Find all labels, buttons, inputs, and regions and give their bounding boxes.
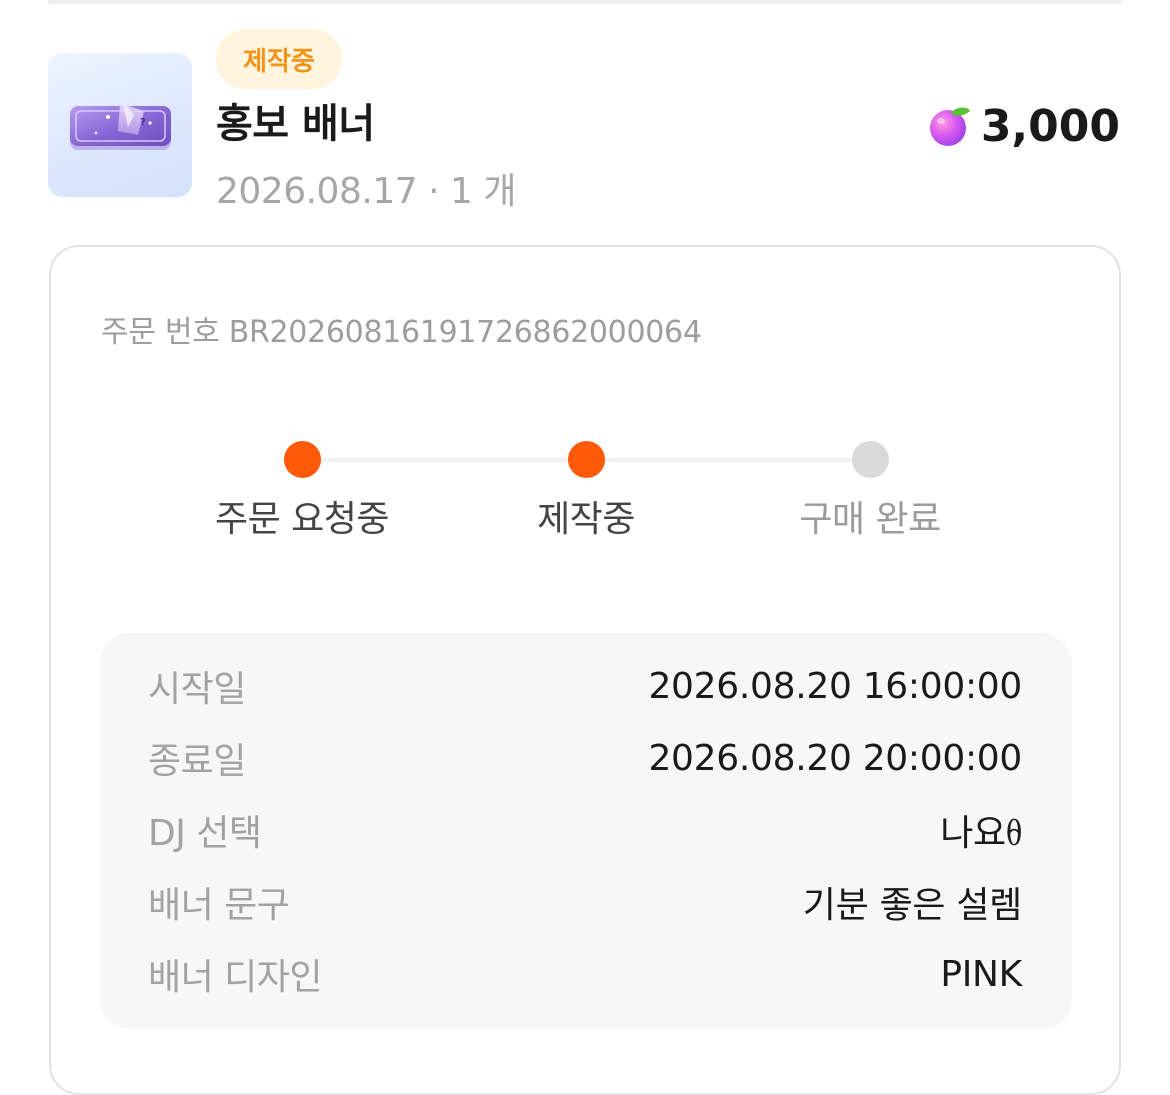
detail-value: PINK: [940, 953, 1022, 995]
order-date: 2026.08.17: [216, 171, 418, 212]
price-amount: 3,000: [980, 100, 1120, 152]
order-quantity: 1 개: [449, 171, 516, 212]
detail-row-banner-design: 배너 디자인 PINK: [148, 949, 1022, 999]
step-dot-completed: [852, 441, 889, 478]
svg-text:?: ?: [140, 117, 146, 128]
meta-separator: ·: [428, 171, 440, 212]
product-thumbnail[interactable]: ?: [48, 53, 192, 197]
step-dot-requested: [284, 441, 321, 478]
detail-value: 기분 좋은 설렘: [802, 885, 1023, 926]
order-details: 시작일 2026.08.20 16:00:00 종료일 2026.08.20 2…: [100, 633, 1072, 1029]
detail-row-banner-text: 배너 문구 기분 좋은 설렘: [148, 877, 1022, 927]
product-name: 홍보 배너: [216, 101, 375, 147]
step-label-requested: 주문 요청중: [214, 499, 390, 540]
detail-value: 2026.08.20 16:00:00: [648, 665, 1022, 707]
detail-row-dj: DJ 선택 나요ᦲ: [148, 805, 1022, 855]
banner-ticket-icon: ?: [70, 101, 171, 150]
price: 3,000: [927, 100, 1120, 152]
detail-row-end-date: 종료일 2026.08.20 20:00:00: [148, 733, 1022, 783]
order-detail-card: 주문 번호 BR20260816191726862000064 주문 요청중 제…: [49, 245, 1121, 1095]
detail-key: 종료일: [148, 741, 246, 782]
peach-icon: [929, 107, 970, 146]
detail-value: 2026.08.20 20:00:00: [648, 737, 1022, 779]
step-label-completed: 구매 완료: [799, 499, 941, 540]
detail-key: DJ 선택: [148, 813, 262, 854]
step-dot-in-production: [568, 441, 605, 478]
product-meta: 2026.08.17 · 1 개: [216, 168, 516, 216]
status-badge: 제작중: [216, 29, 342, 89]
detail-row-start-date: 시작일 2026.08.20 16:00:00: [148, 661, 1022, 711]
step-label-in-production: 제작중: [537, 499, 635, 540]
detail-value: 나요ᦲ: [940, 812, 1022, 854]
order-number-label: 주문 번호: [101, 315, 220, 350]
detail-key: 배너 문구: [148, 885, 290, 926]
order-number: 주문 번호 BR20260816191726862000064: [101, 307, 702, 351]
order-number-value: BR20260816191726862000064: [228, 315, 702, 350]
detail-key: 배너 디자인: [148, 957, 323, 998]
top-divider: [48, 0, 1122, 4]
detail-key: 시작일: [148, 669, 246, 710]
